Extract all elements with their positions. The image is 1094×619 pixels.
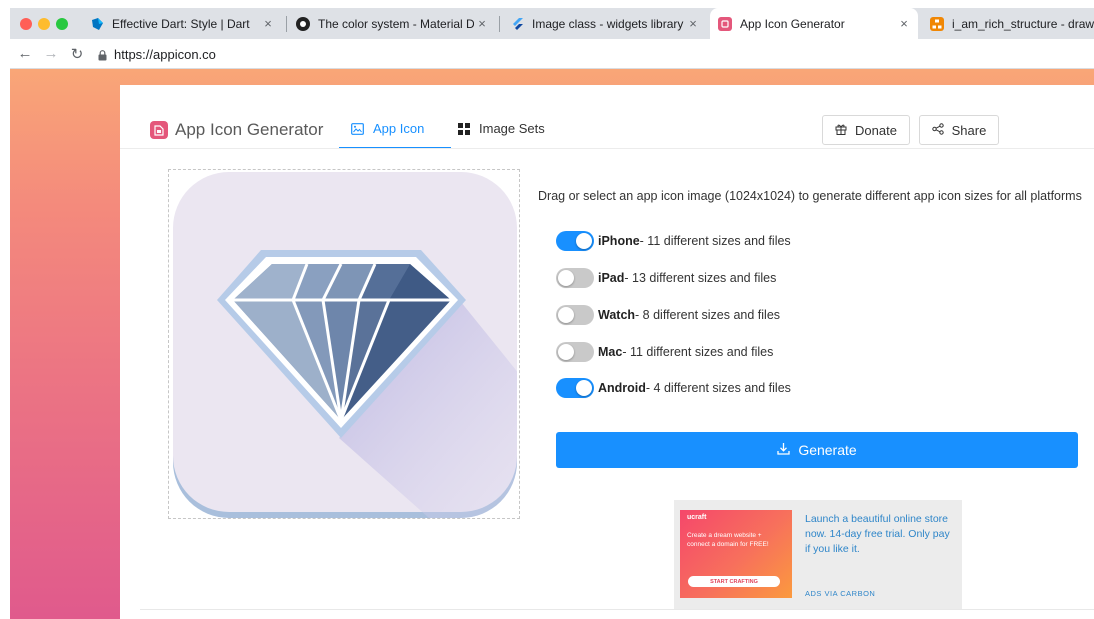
share-icon [931, 122, 944, 138]
browser-tab[interactable]: Image class - widgets library - × [502, 8, 707, 39]
ipad-toggle[interactable] [556, 268, 594, 288]
tab-title: The color system - Material De [318, 16, 474, 31]
donate-label: Donate [855, 122, 897, 138]
dart-icon [90, 17, 104, 31]
option-name: Watch [598, 308, 636, 322]
close-window-button[interactable] [20, 18, 32, 30]
address-bar: ← → ↻ https://appicon.co [10, 39, 1094, 69]
icon-drop-zone[interactable] [168, 169, 520, 519]
tab-divider [499, 16, 500, 32]
generate-button[interactable]: Generate [556, 432, 1078, 468]
browser-tab[interactable]: The color system - Material De × [288, 8, 496, 39]
close-tab-icon[interactable]: × [685, 16, 701, 31]
tab-image-sets-label: Image Sets [479, 121, 545, 136]
reload-icon[interactable]: ↻ [68, 45, 86, 63]
generate-label: Generate [798, 442, 857, 458]
iphone-toggle[interactable] [556, 231, 594, 251]
close-tab-icon[interactable]: × [896, 16, 912, 31]
option-detail: - 8 different sizes and files [635, 308, 781, 322]
platform-option-watch: Watch - 8 different sizes and files [556, 304, 780, 326]
browser-tab-active[interactable]: App Icon Generator × [710, 8, 918, 39]
platform-option-mac: Mac - 11 different sizes and files [556, 341, 773, 363]
platform-option-iphone: iPhone - 11 different sizes and files [556, 230, 791, 252]
tab-title: Effective Dart: Style | Dart [112, 16, 250, 31]
carbon-ad[interactable]: ucraft Create a dream website + connect … [674, 500, 962, 610]
option-name: Mac [598, 345, 623, 359]
page-background: App Icon Generator App Icon Image Sets D… [10, 69, 1094, 619]
ad-cta-button[interactable]: START CRAFTING [688, 576, 780, 587]
donate-button[interactable]: Donate [822, 115, 910, 145]
close-tab-icon[interactable]: × [474, 16, 490, 31]
nav-divider [120, 148, 1094, 149]
browser-tab[interactable]: Effective Dart: Style | Dart × [82, 8, 282, 39]
github-icon [296, 16, 310, 31]
back-arrow-icon[interactable]: ← [16, 45, 34, 62]
share-label: Share [951, 122, 987, 138]
app-logo-text: App Icon Generator [175, 120, 324, 139]
option-detail: - 11 different sizes and files [622, 345, 774, 359]
ad-text-link[interactable]: Launch a beautiful online store now. 14-… [805, 512, 955, 557]
tab-title: App Icon Generator [740, 16, 845, 31]
tab-title: Image class - widgets library - [532, 16, 685, 31]
download-icon [777, 442, 790, 458]
ad-via-link[interactable]: ADS VIA CARBON [805, 589, 875, 598]
share-button[interactable]: Share [919, 115, 999, 145]
app-icon-logo-icon [150, 121, 168, 139]
tab-app-icon[interactable]: App Icon [351, 121, 424, 136]
gift-icon [835, 123, 847, 138]
option-name: Android [598, 381, 646, 395]
browser-tab-bar: Effective Dart: Style | Dart × The color… [10, 8, 1094, 39]
footer-divider [140, 609, 1094, 610]
grid-icon [458, 122, 470, 135]
app-logo[interactable]: App Icon Generator [150, 120, 323, 140]
main-card: App Icon Generator App Icon Image Sets D… [120, 85, 1094, 619]
minimize-window-button[interactable] [38, 18, 50, 30]
ad-image[interactable]: ucraft Create a dream website + connect … [680, 510, 792, 598]
tab-divider [286, 16, 287, 32]
android-toggle[interactable] [556, 378, 594, 398]
drawio-icon [930, 16, 944, 31]
platform-option-ipad: iPad - 13 different sizes and files [556, 267, 776, 289]
url-field[interactable]: https://appicon.co [114, 47, 216, 62]
browser-tab[interactable]: i_am_rich_structure - draw.io [922, 8, 1094, 39]
mac-toggle[interactable] [556, 342, 594, 362]
image-icon [351, 122, 364, 135]
tab-image-sets[interactable]: Image Sets [458, 121, 545, 136]
appicon-icon [718, 16, 732, 31]
option-name: iPhone [598, 234, 640, 248]
tab-app-icon-label: App Icon [373, 121, 425, 136]
upload-description: Drag or select an app icon image (1024x1… [538, 189, 1082, 203]
option-name: iPad [598, 271, 625, 285]
platform-option-android: Android - 4 different sizes and files [556, 377, 791, 399]
close-tab-icon[interactable]: × [260, 16, 276, 31]
lock-icon [98, 48, 107, 66]
ad-brand-logo: ucraft [687, 514, 707, 521]
forward-arrow-icon[interactable]: → [42, 45, 60, 62]
option-detail: - 13 different sizes and files [624, 271, 777, 285]
diamond-app-icon [173, 172, 517, 518]
tab-title: i_am_rich_structure - draw.io [952, 16, 1094, 31]
watch-toggle[interactable] [556, 305, 594, 325]
flutter-icon [510, 17, 524, 31]
option-detail: - 4 different sizes and files [645, 381, 791, 395]
option-detail: - 11 different sizes and files [639, 234, 791, 248]
ad-image-message: Create a dream website + connect a domai… [687, 532, 769, 548]
maximize-window-button[interactable] [56, 18, 68, 30]
